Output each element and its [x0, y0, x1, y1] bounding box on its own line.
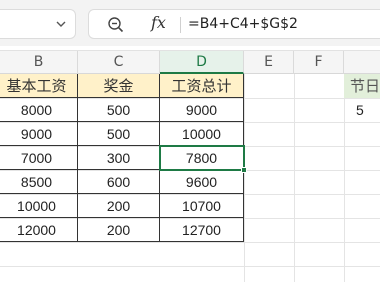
- formula-separator: [180, 17, 181, 33]
- table-cell[interactable]: 9600: [160, 170, 244, 194]
- table-cell[interactable]: 8000: [0, 98, 78, 122]
- table-cell[interactable]: 10700: [160, 194, 244, 218]
- table-cell[interactable]: 600: [78, 170, 160, 194]
- column-header-c[interactable]: C: [78, 51, 160, 74]
- table-cell[interactable]: 12000: [0, 218, 78, 242]
- formula-input-area[interactable]: fx =B4+C4+$G$2: [88, 9, 380, 39]
- table-cell[interactable]: 500: [78, 122, 160, 146]
- column-header-b[interactable]: B: [0, 51, 78, 74]
- gridline: [0, 242, 380, 243]
- header-cell-base-salary[interactable]: 基本工资: [0, 74, 78, 98]
- selection-outline: [159, 145, 245, 171]
- table-cell[interactable]: 12700: [160, 218, 244, 242]
- column-header-e[interactable]: E: [244, 51, 294, 74]
- table-cell[interactable]: 300: [78, 146, 160, 170]
- chevron-down-icon[interactable]: [55, 18, 67, 30]
- fx-icon[interactable]: fx: [151, 13, 166, 32]
- name-box[interactable]: [0, 9, 76, 39]
- column-header-row: B C D E F: [0, 50, 380, 74]
- side-header-cell[interactable]: 节日: [344, 74, 380, 98]
- column-header-g[interactable]: [344, 51, 380, 74]
- gridline: [244, 74, 245, 282]
- column-header-f[interactable]: F: [294, 51, 344, 74]
- formula-bar: fx =B4+C4+$G$2: [0, 0, 380, 46]
- table-cell[interactable]: 500: [78, 98, 160, 122]
- header-cell-total-salary[interactable]: 工资总计: [160, 74, 244, 98]
- table-cell[interactable]: 10000: [160, 122, 244, 146]
- gridline: [294, 74, 295, 282]
- header-cell-bonus[interactable]: 奖金: [78, 74, 160, 98]
- table-cell[interactable]: 9000: [160, 98, 244, 122]
- table-cell[interactable]: 7000: [0, 146, 78, 170]
- side-value-cell[interactable]: 5: [344, 98, 380, 122]
- table-cell[interactable]: 10000: [0, 194, 78, 218]
- spreadsheet-grid: 基本工资 奖金 工资总计 节日 5 8000 500 9000 9000 500…: [0, 74, 380, 282]
- zoom-icon[interactable]: [107, 16, 125, 34]
- column-header-d[interactable]: D: [160, 51, 244, 74]
- fill-handle[interactable]: [241, 167, 247, 173]
- table-cell[interactable]: 200: [78, 218, 160, 242]
- table-cell[interactable]: 8500: [0, 170, 78, 194]
- gridline: [0, 266, 380, 267]
- table-cell[interactable]: 200: [78, 194, 160, 218]
- table-cell[interactable]: 9000: [0, 122, 78, 146]
- formula-text[interactable]: =B4+C4+$G$2: [188, 16, 298, 32]
